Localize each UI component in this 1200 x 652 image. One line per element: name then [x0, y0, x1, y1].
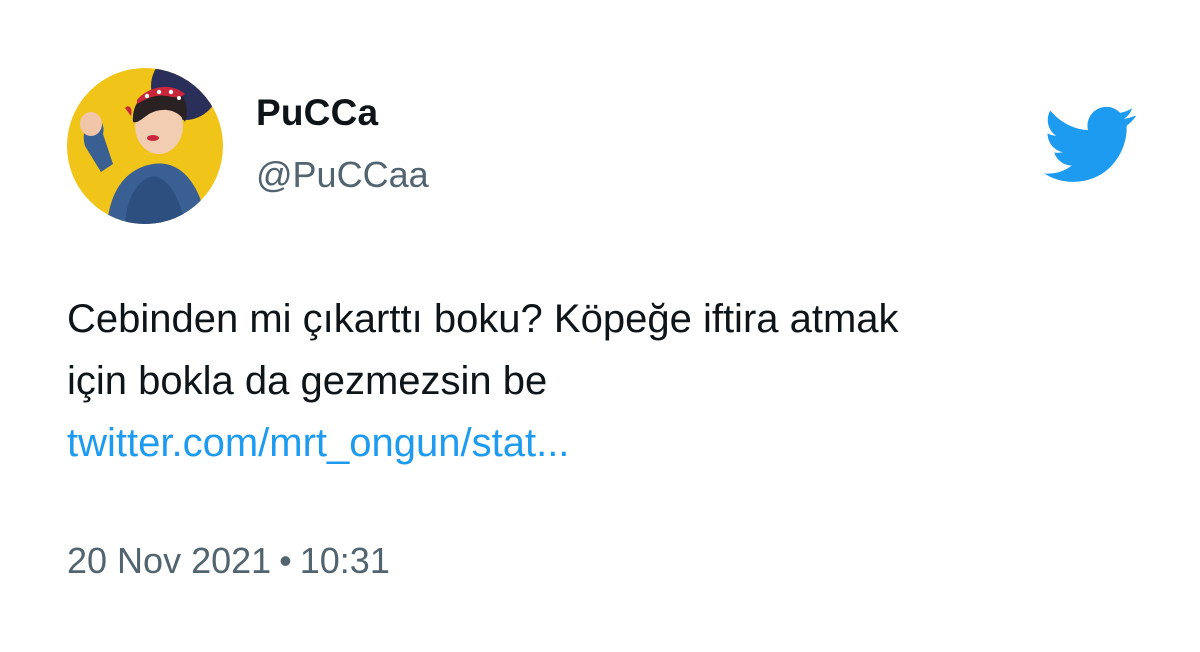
- user-handle[interactable]: @PuCCaa: [256, 154, 429, 196]
- tweet-timestamp[interactable]: 20 Nov 2021 • 10:31: [67, 540, 390, 582]
- tweet-date: 20 Nov 2021: [67, 540, 272, 581]
- tweet-text: Cebinden mi çıkarttı boku? Köpeğe iftira…: [67, 288, 1147, 474]
- twitter-bird-shape: [1044, 106, 1137, 182]
- tweet-text-line-1: Cebinden mi çıkarttı boku? Köpeğe iftira…: [67, 297, 899, 341]
- tweet-link[interactable]: twitter.com/mrt_ongun/stat...: [67, 412, 1147, 474]
- meta-separator: •: [279, 540, 292, 581]
- twitter-bird-icon[interactable]: [1044, 106, 1137, 182]
- avatar[interactable]: [67, 68, 223, 224]
- display-name[interactable]: PuCCa: [256, 92, 378, 134]
- avatar-photo: [67, 68, 223, 224]
- tweet-text-line-2: için bokla da gezmezsin be: [67, 359, 548, 403]
- tweet-card: PuCCa @PuCCaa Cebinden mi çıkarttı boku?…: [0, 0, 1200, 652]
- tweet-time: 10:31: [299, 540, 390, 581]
